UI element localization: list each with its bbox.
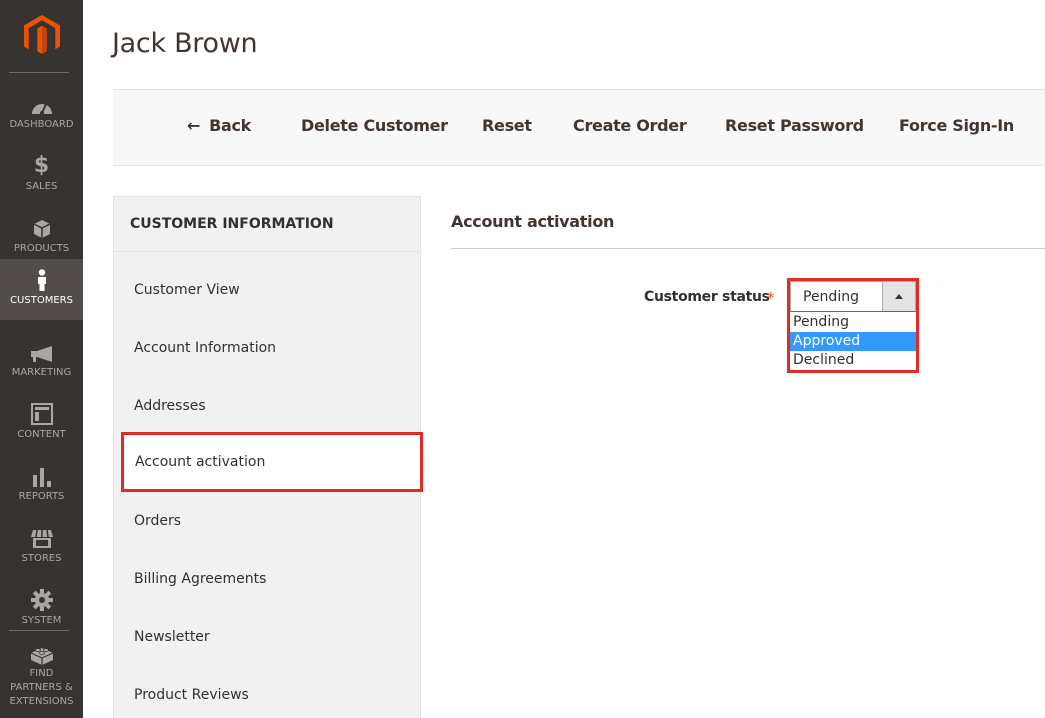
back-label: Back [209, 116, 252, 135]
nav-item-sales[interactable]: $ Sales [0, 145, 83, 207]
customer-status-label: Customer status [644, 289, 770, 305]
dropdown-toggle[interactable] [882, 282, 915, 311]
nav-item-content[interactable]: Content [0, 393, 83, 455]
nav-label: Find Partners & Extensions [9, 668, 74, 707]
nav-label: Marketing [11, 367, 72, 378]
section-title: Account activation [451, 212, 615, 231]
box-icon [33, 215, 51, 239]
nav-label: Sales [25, 181, 58, 192]
nav-label: Stores [21, 553, 62, 564]
nav-item-reports[interactable]: Reports [0, 455, 83, 517]
force-sign-in-button[interactable]: Force Sign-In [899, 116, 1014, 135]
nav-item-dashboard[interactable]: Dashboard [0, 83, 83, 145]
nav-label: Dashboard [9, 119, 74, 130]
tab-account-information[interactable]: Account Information [114, 319, 420, 377]
nav-item-marketing[interactable]: Marketing [0, 331, 83, 393]
option-declined[interactable]: Declined [790, 351, 916, 370]
dashboard-gauge-icon [31, 91, 53, 115]
select-current-value: Pending [803, 289, 859, 305]
nav-item-stores[interactable]: Stores [0, 517, 83, 579]
tab-account-activation[interactable]: Account activation [121, 432, 423, 492]
person-icon [36, 267, 48, 291]
magento-logo-icon [23, 15, 60, 54]
arrow-left-icon: ← [187, 116, 201, 135]
nav-item-find-partners[interactable]: Find Partners & Extensions [0, 638, 83, 718]
tab-newsletter[interactable]: Newsletter [114, 608, 420, 666]
create-order-button[interactable]: Create Order [573, 116, 687, 135]
nav-label: Content [17, 429, 66, 440]
storefront-icon [30, 525, 54, 549]
customer-status-options: Pending Approved Declined [790, 313, 916, 370]
bar-chart-icon [32, 463, 52, 487]
magento-logo[interactable] [0, 0, 83, 72]
delete-customer-button[interactable]: Delete Customer [301, 116, 448, 135]
nav-divider [9, 630, 69, 631]
megaphone-icon [30, 339, 54, 363]
tabs-title: Customer Information [114, 197, 420, 252]
dollar-icon: $ [33, 153, 50, 178]
option-pending[interactable]: Pending [790, 313, 916, 332]
section-divider [451, 248, 1045, 249]
tab-orders[interactable]: Orders [114, 492, 420, 550]
admin-sidebar: Dashboard $ Sales Products Customers Mar… [0, 0, 83, 718]
tab-product-reviews[interactable]: Product Reviews [114, 666, 420, 718]
back-button[interactable]: ← Back [187, 116, 251, 135]
tab-addresses[interactable]: Addresses [114, 377, 420, 435]
option-approved[interactable]: Approved [790, 332, 916, 351]
nav-item-system[interactable]: System [0, 579, 83, 641]
customer-status-select[interactable]: Pending [790, 281, 916, 312]
caret-up-icon [895, 294, 903, 299]
tab-customer-view[interactable]: Customer View [114, 261, 420, 319]
layout-icon [30, 401, 53, 425]
required-indicator: * [767, 289, 775, 307]
reset-button[interactable]: Reset [482, 116, 532, 135]
nav-label: Customers [10, 295, 73, 306]
nav-label: Reports [18, 491, 65, 502]
page-title: Jack Brown [112, 28, 258, 59]
page-actions-toolbar: ← Back Delete Customer Reset Create Order… [113, 89, 1045, 166]
nav-label: Products [13, 243, 70, 254]
nav-divider [9, 72, 69, 73]
tab-billing-agreements[interactable]: Billing Agreements [114, 550, 420, 608]
nav-item-customers[interactable]: Customers [0, 259, 83, 320]
nav-label: System [21, 615, 62, 626]
reset-password-button[interactable]: Reset Password [725, 116, 864, 135]
gear-icon [30, 587, 53, 611]
customer-information-tabs: Customer Information Customer View Accou… [113, 196, 423, 718]
lego-brick-icon [30, 642, 54, 666]
